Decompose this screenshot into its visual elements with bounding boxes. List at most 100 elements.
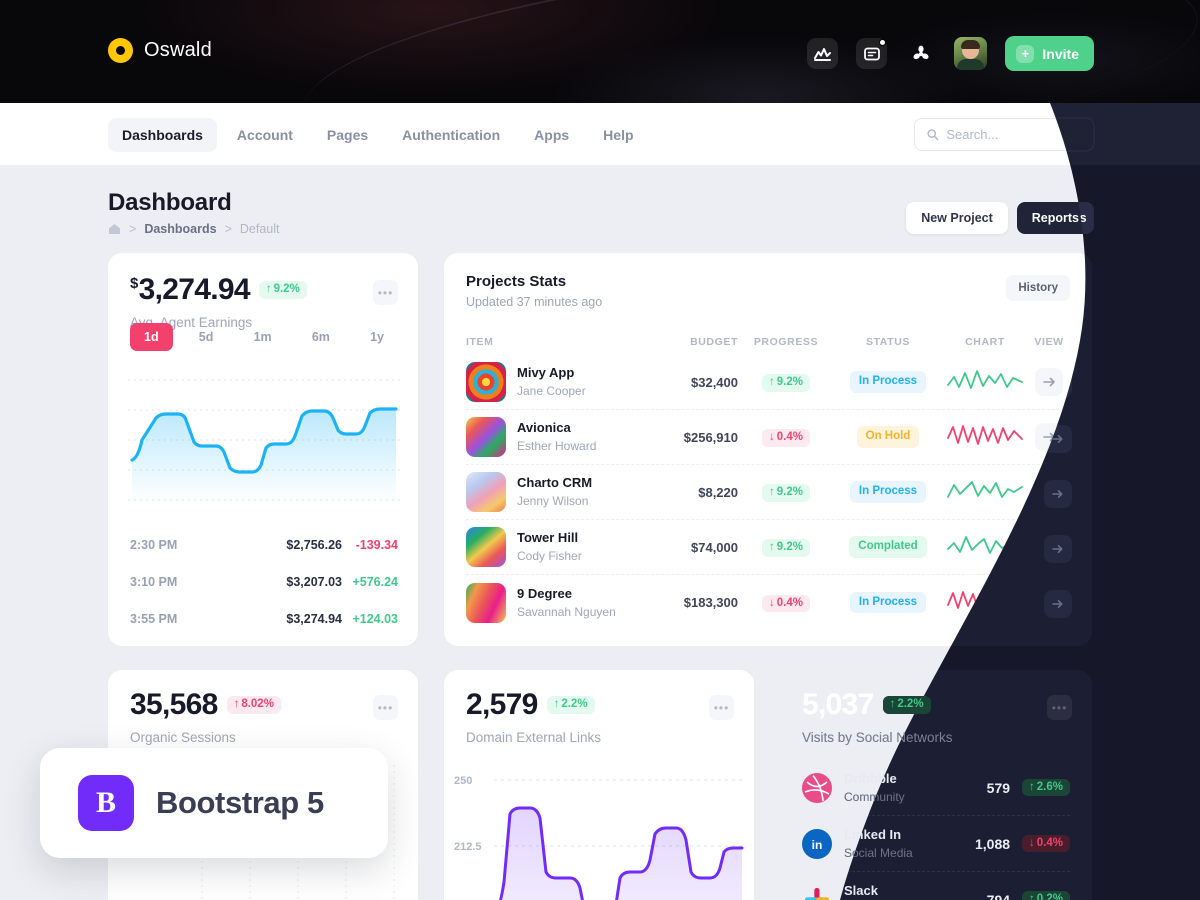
view-row-button[interactable] <box>1035 423 1063 451</box>
links-delta-badge: ↑ 2.2% <box>546 696 595 714</box>
social-count: 1,088 <box>974 835 1011 852</box>
breadcrumb-item-dashboards[interactable]: Dashboards <box>144 222 216 236</box>
nav-items: Dashboards Account Pages Authentication … <box>108 118 648 152</box>
column-chart: CHART <box>965 336 1005 348</box>
transaction-amount: $3,274.94 <box>286 612 342 626</box>
range-tabs: 1d 5d 1m 6m 1y <box>130 323 398 351</box>
bootstrap-badge: B Bootstrap 5 <box>40 748 388 858</box>
project-owner: Esther Howard <box>517 439 597 453</box>
breadcrumb-item-default: Default <box>239 222 280 236</box>
table-row[interactable]: Mivy App Jane Cooper $32,400 ↑ 9.2% In Pro… <box>466 355 1070 410</box>
table-row[interactable]: 9 Degree Savannah Nguyen $183,300 ↓ 0.4% I… <box>466 575 1070 630</box>
breadcrumb: > Dashboards > Default <box>108 222 279 236</box>
view-row-button[interactable] <box>1035 588 1063 617</box>
projects-title: Projects Stats <box>466 273 567 290</box>
range-tab-1m[interactable]: 1m <box>240 323 286 351</box>
reports-button[interactable]: Reports <box>1016 202 1094 234</box>
header-actions: + Invite <box>807 36 1094 71</box>
nav-item-apps[interactable]: Apps <box>520 118 583 152</box>
column-item: ITEM <box>466 336 494 348</box>
status-badge: On Hold <box>856 426 920 448</box>
range-tab-5d[interactable]: 5d <box>185 323 228 351</box>
project-budget: $74,000 <box>691 539 738 555</box>
organic-options-button[interactable]: ••• <box>373 695 398 720</box>
social-label-fg: Visits by Social Networks <box>802 730 953 745</box>
table-row[interactable]: Avionica Esther Howard $256,910 ↓ 0.4% On … <box>466 410 1070 465</box>
range-tab-1y[interactable]: 1y <box>356 323 398 351</box>
social-delta: ↓0.4% <box>1022 834 1070 853</box>
project-budget: $256,910 <box>683 429 738 445</box>
list-item[interactable]: SlackMessenger 794 ↑0.2% <box>802 872 1070 900</box>
breadcrumb-sep: > <box>224 222 232 236</box>
social-delta: ↑2.6% <box>1022 778 1070 797</box>
invite-button[interactable]: + Invite <box>1005 36 1094 71</box>
nav-item-help[interactable]: Help <box>589 118 647 152</box>
table-row[interactable]: Tower Hill Cody Fisher $74,000 ↑ 9.2% Comp… <box>466 520 1070 575</box>
links-options-button[interactable]: ••• <box>709 695 734 720</box>
project-owner: Savannah Nguyen <box>517 604 616 619</box>
table-header-row: ITEM BUDGET PROGRESS STATUS CHART VIEW <box>466 329 1070 355</box>
nav-item-pages[interactable]: Pages <box>313 118 382 152</box>
projects-stats-card: Projects Stats Updated 37 minutes ago Hi… <box>444 253 1092 646</box>
project-owner: Jenny Wilson <box>517 494 589 508</box>
project-progress: ↑ 9.2% <box>762 484 810 502</box>
brand-logo[interactable]: Oswald <box>108 38 212 63</box>
transaction-change: +124.03 <box>352 612 398 626</box>
page-header: Dashboard > Dashboards > Default New Pro… <box>0 165 1200 260</box>
earnings-kpi-row: $3,274.94 ↑ 9.2% <box>130 275 307 305</box>
new-project-button[interactable]: New Project <box>906 202 1008 234</box>
project-owner: Jane Cooper <box>517 384 586 398</box>
transaction-amount: $2,756.26 <box>286 538 342 552</box>
earnings-area-chart <box>128 379 400 503</box>
projects-table: ITEM BUDGET PROGRESS STATUS CHART VIEW M… <box>466 329 1070 630</box>
status-badge: In Process <box>849 591 927 614</box>
row-sparkline <box>947 591 1023 610</box>
share-icon[interactable] <box>905 38 936 69</box>
project-progress: ↑ 9.2% <box>762 374 810 392</box>
social-name: Slack <box>844 883 878 898</box>
project-name: Mivy App <box>517 365 575 380</box>
social-value-fg: 5,037 <box>802 688 874 721</box>
message-icon[interactable] <box>856 38 888 69</box>
page-title: Dashboard <box>108 189 232 216</box>
activity-chart-icon[interactable] <box>807 38 839 69</box>
view-row-button[interactable] <box>1035 478 1063 506</box>
oswald-ring-icon <box>108 38 133 63</box>
social-delta: ↑0.2% <box>1022 891 1070 900</box>
nav-item-dashboards[interactable]: Dashboards <box>108 118 217 152</box>
project-budget: $183,300 <box>683 595 738 610</box>
social-category: Social Media <box>844 845 913 860</box>
organic-label: Organic Sessions <box>130 730 236 745</box>
table-row[interactable]: Charto CRM Jenny Wilson $8,220 ↑ 9.2% In P… <box>466 465 1070 520</box>
search-box[interactable] <box>914 118 1092 151</box>
earnings-value: $3,274.94 <box>130 275 251 305</box>
range-tab-6m[interactable]: 6m <box>298 323 344 351</box>
project-name: Tower Hill <box>517 530 579 545</box>
svg-text:in: in <box>812 838 823 852</box>
earnings-delta-badge: ↑ 9.2% <box>258 281 307 299</box>
avatar[interactable] <box>954 37 988 70</box>
slack-icon <box>802 885 832 900</box>
row-sparkline <box>947 480 1023 498</box>
social-options-button-fg[interactable]: ••• <box>1047 695 1072 720</box>
transaction-time: 3:55 PM <box>130 612 178 626</box>
history-button[interactable]: History <box>1006 275 1070 301</box>
nav-item-account[interactable]: Account <box>223 118 307 152</box>
range-tab-1d[interactable]: 1d <box>130 323 173 351</box>
social-delta-badge-fg: ↑ 2.2% <box>882 696 931 714</box>
view-row-button[interactable] <box>1035 368 1063 396</box>
project-owner: Cody Fisher <box>517 549 582 563</box>
list-item[interactable]: Dribbble Community 579 ↑2.6% <box>802 760 1070 816</box>
links-kpi-row: 2,579 ↑ 2.2% <box>466 690 601 720</box>
column-view: VIEW <box>1034 336 1064 348</box>
nav-item-authentication[interactable]: Authentication <box>388 118 514 152</box>
transaction-change: +576.24 <box>352 575 398 589</box>
search-input[interactable] <box>946 127 1079 142</box>
row-sparkline <box>947 535 1023 554</box>
list-item[interactable]: in Linked In Social Media 1,088 ↓0.4% <box>802 816 1070 872</box>
transaction-time: 2:30 PM <box>130 538 178 552</box>
y-tick-250: 250 <box>454 775 472 787</box>
earnings-options-button[interactable]: ••• <box>373 280 398 305</box>
project-thumbnail <box>466 582 506 623</box>
view-row-button[interactable] <box>1035 533 1063 561</box>
